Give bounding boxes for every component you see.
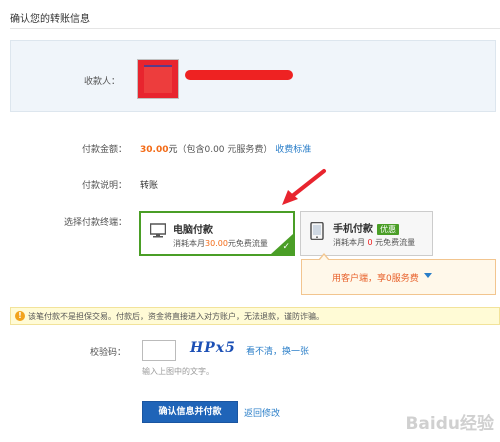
phone-icon	[310, 222, 324, 240]
pc-sub-suffix: 元免费流量	[227, 239, 268, 248]
watermark: Baidu经验	[405, 414, 494, 434]
warning-bar: ! 该笔付款不是担保交易。付款后，资金将直接进入对方账户，无法退款，谨防诈骗。	[10, 307, 500, 325]
amount-value: 30.00	[140, 145, 169, 155]
mobile-sub-suffix: 元免费流量	[372, 238, 416, 247]
description-value: 转账	[140, 181, 159, 191]
page-title: 确认您的转账信息	[10, 14, 90, 25]
amount-value-row: 30.00元（包含0.00 元服务费） 收费标准	[140, 142, 311, 155]
pc-sub-amount: 30.00	[205, 239, 228, 248]
arrow-shaft	[289, 169, 326, 199]
description-label: 付款说明：	[82, 181, 128, 191]
payee-label: 收款人：	[84, 77, 121, 87]
mobile-sub-prefix: 消耗本月	[333, 238, 368, 247]
mobile-card-title: 手机付款 优惠	[333, 220, 399, 235]
checkmark-icon: ✓	[282, 242, 290, 252]
mobile-title-text: 手机付款	[333, 224, 373, 235]
captcha-refresh-link[interactable]: 看不清，换一张	[246, 344, 309, 357]
mobile-card-subtitle: 消耗本月 0 元免费流量	[333, 237, 415, 248]
mobile-payment-card[interactable]: 手机付款 优惠 消耗本月 0 元免费流量	[300, 211, 433, 256]
warning-text: 该笔付款不是担保交易。付款后，资金将直接进入对方账户，无法退款，谨防诈骗。	[28, 312, 324, 321]
captcha-hint: 输入上图中的文字。	[142, 367, 214, 376]
amount-label: 付款金额：	[82, 145, 128, 155]
pc-sub-prefix: 消耗本月	[173, 239, 205, 248]
captcha-image: HPx5	[190, 340, 236, 356]
client-promo-text: 用客户端，享0服务费	[332, 274, 419, 284]
captcha-label: 校验码：	[90, 348, 127, 358]
amount-fee-note: （包含0.00 元服务费）	[177, 145, 273, 155]
pc-card-title: 电脑付款	[173, 225, 213, 236]
fee-standard-link[interactable]: 收费标准	[275, 145, 311, 155]
payee-avatar	[137, 59, 179, 99]
client-promo-box: 用客户端，享0服务费	[301, 253, 496, 295]
confirm-pay-button[interactable]: 确认信息并付款	[142, 401, 238, 423]
title-divider	[10, 28, 500, 29]
promo-badge: 优惠	[377, 224, 399, 235]
back-modify-link[interactable]: 返回修改	[244, 406, 280, 419]
terminal-label: 选择付款终端：	[64, 218, 128, 228]
red-arrow-annotation	[282, 169, 326, 205]
monitor-icon	[150, 223, 166, 238]
payee-name-redaction	[185, 70, 293, 80]
pc-card-subtitle: 消耗本月30.00元免费流量	[173, 238, 268, 249]
warning-icon: !	[15, 311, 25, 321]
caret-down-icon[interactable]	[424, 273, 432, 278]
captcha-input[interactable]	[142, 340, 176, 361]
pc-payment-card[interactable]: 电脑付款 消耗本月30.00元免费流量 ✓	[139, 211, 295, 256]
